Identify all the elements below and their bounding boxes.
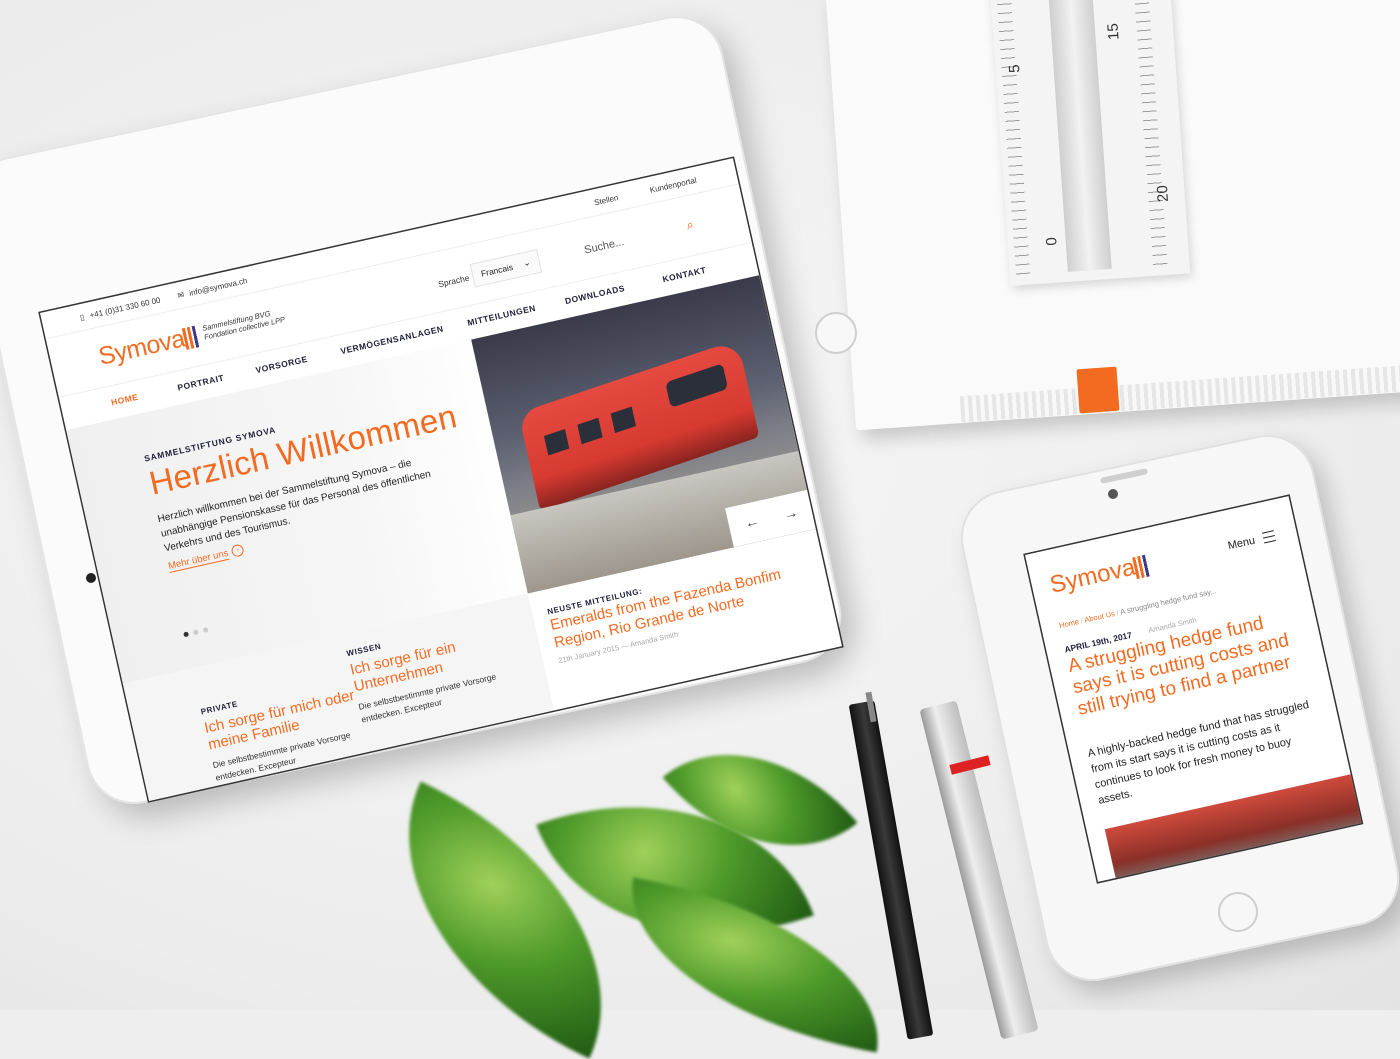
nav-kontakt[interactable]: KONTAKT <box>662 265 708 284</box>
slider-dots <box>181 618 214 642</box>
nav-home[interactable]: HOME <box>110 392 139 408</box>
phone-camera <box>1108 489 1118 499</box>
train-window <box>543 428 570 456</box>
mail-icon: ✉ <box>176 290 186 301</box>
top-link-stellen[interactable]: Stellen <box>593 193 619 207</box>
top-link-kundenportal[interactable]: Kundenportal <box>649 176 697 195</box>
language-label: Sprache <box>437 272 471 290</box>
search-icon[interactable]: ⌕ <box>685 216 696 233</box>
slider-dot[interactable] <box>192 629 199 636</box>
search-input[interactable]: Suche... <box>583 236 625 257</box>
menu-button[interactable]: Menu <box>1227 535 1256 553</box>
arrow-circle-icon[interactable]: › <box>230 543 245 558</box>
language-selected: Francais <box>479 261 514 279</box>
arrow-right-icon[interactable]: → <box>782 504 799 523</box>
chevron-down-icon: ⌄ <box>522 256 532 269</box>
tablet-home-button[interactable] <box>815 312 857 354</box>
tablet-camera <box>86 573 96 583</box>
breadcrumb-home[interactable]: Home <box>1058 617 1079 630</box>
ruler: 0 5 15 20 <box>989 0 1191 286</box>
ruler-number: 15 <box>1104 22 1123 41</box>
nav-downloads[interactable]: DOWNLOADS <box>564 283 626 306</box>
slider-dot[interactable] <box>183 631 190 638</box>
phone-home-button[interactable] <box>1218 892 1258 932</box>
slider-dot[interactable] <box>202 627 209 633</box>
brand-subtitle: Sammelstiftung BVG Fondation collective … <box>201 306 286 342</box>
arrow-left-icon[interactable]: ← <box>743 512 760 531</box>
ruler-number: 20 <box>1153 184 1173 203</box>
nav-portrait[interactable]: PORTRAIT <box>177 373 225 393</box>
hamburger-icon[interactable] <box>1261 530 1276 544</box>
ruler-number: 5 <box>1005 63 1024 74</box>
ruler-number: 0 <box>1043 236 1061 247</box>
train-windshield <box>665 363 729 408</box>
breadcrumb-current: A struggling hedge fund say... <box>1119 586 1218 617</box>
notebook-bookmark <box>1076 366 1120 414</box>
phone-icon: ▯ <box>79 312 86 323</box>
brand-logo[interactable]: Symova <box>1047 554 1138 600</box>
train-window <box>610 406 637 434</box>
train-window <box>577 417 603 445</box>
breadcrumb-about[interactable]: About Us <box>1084 609 1116 625</box>
brand-logo[interactable]: Symova <box>96 324 188 371</box>
language-select[interactable]: Francais ⌄ <box>469 249 542 288</box>
nav-mitteilungen[interactable]: MITTEILUNGEN <box>466 303 536 328</box>
card-wissen[interactable]: WISSEN Ich sorge für ein Unternehmen Die… <box>346 617 510 727</box>
nav-vorsorge[interactable]: VORSORGE <box>255 354 309 375</box>
